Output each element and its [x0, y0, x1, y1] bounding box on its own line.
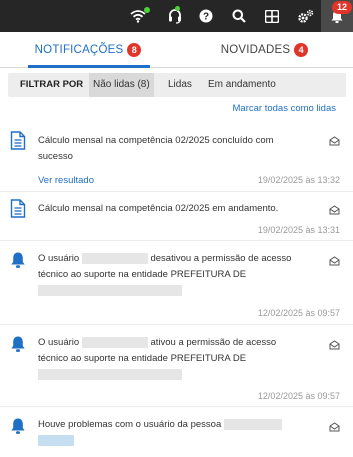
document-icon	[10, 131, 26, 155]
search-icon[interactable]	[224, 0, 254, 32]
redacted-username	[81, 336, 148, 348]
notification-line: técnico ao suporte na entidade PREFEITUR…	[38, 353, 247, 364]
filter-bar: FILTRAR POR Não lidas (8) Lidas Em andam…	[8, 73, 346, 97]
notification-item[interactable]: O usuário desativou a permissão de acess…	[0, 241, 353, 323]
notification-text: Cálculo mensal na competência 02/2025 co…	[38, 133, 318, 165]
notification-date: 19/02/2025 às 13:32	[257, 175, 340, 185]
bell-icon	[10, 335, 26, 358]
redacted-person	[223, 418, 282, 430]
wifi-icon[interactable]	[123, 0, 153, 32]
active-tab-indicator	[28, 65, 150, 68]
filter-label: FILTRAR POR	[20, 79, 84, 90]
notification-text: O usuário ativou a permissão de acesso t…	[38, 335, 318, 383]
notification-date: 19/02/2025 às 13:31	[257, 225, 340, 235]
notification-text: Houve problemas com o usuário da pessoa	[38, 417, 318, 449]
notification-line	[38, 283, 318, 299]
filter-option-lidas[interactable]: Lidas	[164, 73, 196, 97]
redacted-highlight	[38, 434, 74, 446]
notification-line: sucesso	[38, 151, 73, 162]
notification-fragment: Houve problemas com o usuário da pessoa	[38, 419, 222, 430]
bell-icon	[10, 417, 26, 440]
envelope-icon[interactable]	[329, 253, 340, 271]
notification-tabs: NOTIFICAÇÕES 8 NOVIDADES 4	[0, 32, 353, 68]
top-bar: ? 12	[0, 0, 353, 32]
notification-fragment: desativou a permissão de acesso	[150, 253, 292, 264]
notification-line: O usuário desativou a permissão de acess…	[38, 251, 318, 267]
tab-notificacoes[interactable]: NOTIFICAÇÕES 8	[0, 32, 176, 68]
online-status-dot	[144, 7, 150, 13]
redacted-entity	[38, 368, 182, 380]
headset-icon[interactable]	[160, 0, 190, 32]
tab-novidades[interactable]: NOVIDADES 4	[176, 32, 353, 68]
envelope-icon[interactable]	[329, 133, 340, 151]
document-icon	[10, 199, 26, 223]
envelope-icon[interactable]	[329, 202, 340, 220]
tab-count-badge: 8	[127, 43, 142, 57]
tab-count-badge: 4	[294, 43, 309, 57]
notification-line: O usuário ativou a permissão de acesso	[38, 335, 318, 351]
headset-status-dot	[175, 6, 180, 11]
notification-date: 12/02/2025 às 09:57	[257, 308, 340, 318]
settings-icon[interactable]	[290, 0, 320, 32]
notification-fragment: ativou a permissão de acesso	[150, 337, 277, 348]
svg-text:?: ?	[203, 12, 209, 23]
notification-count-badge: 12	[332, 1, 352, 14]
bell-icon	[10, 251, 26, 274]
notification-line: Houve problemas com o usuário da pessoa	[38, 417, 318, 433]
notification-text: Cálculo mensal na competência 02/2025 em…	[38, 203, 279, 214]
filter-option-nao-lidas[interactable]: Não lidas (8)	[89, 73, 154, 97]
notification-item[interactable]: O usuário ativou a permissão de acesso t…	[0, 325, 353, 405]
envelope-icon[interactable]	[329, 337, 340, 355]
notification-text: O usuário desativou a permissão de acess…	[38, 251, 318, 299]
notification-item[interactable]: Cálculo mensal na competência 02/2025 em…	[0, 192, 353, 240]
mark-all-read-link[interactable]: Marcar todas como lidas	[233, 103, 336, 114]
notification-line: Cálculo mensal na competência 02/2025 co…	[38, 135, 274, 146]
filter-option-em-andamento[interactable]: Em andamento	[204, 73, 280, 97]
help-icon[interactable]: ?	[191, 0, 221, 32]
tab-label: NOTIFICAÇÕES	[34, 44, 124, 56]
notification-date: 12/02/2025 às 09:57	[257, 391, 340, 401]
redacted-entity	[38, 284, 182, 296]
view-result-link[interactable]: Ver resultado	[38, 175, 94, 186]
notification-line: técnico ao suporte na entidade PREFEITUR…	[38, 269, 247, 280]
notification-fragment: O usuário	[38, 337, 80, 348]
notification-item[interactable]: Houve problemas com o usuário da pessoa	[0, 407, 353, 457]
redacted-username	[81, 252, 148, 264]
tab-label: NOVIDADES	[220, 44, 291, 56]
notification-line	[38, 433, 318, 449]
apps-grid-icon[interactable]	[257, 0, 287, 32]
envelope-icon[interactable]	[329, 419, 340, 437]
notification-line	[38, 367, 318, 383]
notification-fragment: O usuário	[38, 253, 80, 264]
notification-item[interactable]: Cálculo mensal na competência 02/2025 co…	[0, 126, 353, 190]
